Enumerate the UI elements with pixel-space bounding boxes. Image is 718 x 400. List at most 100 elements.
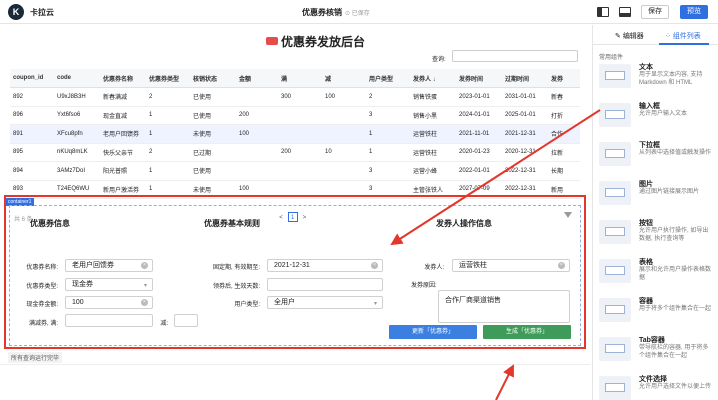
- table-cell: 2023-01-01: [456, 87, 502, 107]
- table-row[interactable]: 891 XFcu8pfn 老用户回馈券 1 未使用 100 1 运营铁柱 2021-11-01 2…: [10, 124, 580, 144]
- table-cell: XFcu8pfn: [54, 124, 100, 144]
- clear-icon[interactable]: ×: [141, 299, 148, 306]
- save-state-text: 已保存: [351, 11, 370, 17]
- canvas-title-text: 优惠券发放后台: [281, 35, 366, 49]
- table-row[interactable]: 895 nKUq8mLK 快乐父亲节 2 已过期 200 10 1 运营铁柱 2020-01-23…: [10, 143, 580, 162]
- cash-amount-input[interactable]: 100 ×: [65, 296, 153, 309]
- column-header[interactable]: 满: [278, 69, 322, 88]
- column-header[interactable]: 发券: [548, 69, 580, 88]
- column-header[interactable]: code: [54, 69, 100, 88]
- column-header[interactable]: 优惠券类型: [146, 69, 190, 88]
- table-cell: 200: [236, 106, 278, 125]
- coupon-table: coupon_id code 优惠券名称 优惠券类型 核销状态 金额满减用户类型 发券人 ↓…: [10, 69, 580, 199]
- clear-icon[interactable]: ×: [371, 262, 378, 269]
- toggle-bottom-panel-icon[interactable]: [619, 7, 631, 17]
- column-header[interactable]: 用户类型: [366, 69, 410, 88]
- table-cell: 2022-01-01: [456, 161, 502, 181]
- button-component-icon: [599, 220, 631, 244]
- table-cell: 100: [322, 87, 366, 107]
- column-header[interactable]: 优惠券名称: [100, 69, 146, 88]
- table-cell: 2025-01-01: [502, 106, 548, 125]
- tab-components-label: 组件列表: [672, 33, 701, 40]
- table-cell: 已使用: [190, 106, 236, 125]
- table-cell: 2: [146, 143, 190, 162]
- table-cell: 3AMz7DoI: [54, 161, 100, 181]
- expire-date-value: 2021-12-31: [274, 262, 310, 269]
- issuer-input[interactable]: 运营铁柱 ×: [452, 259, 570, 272]
- component-desc: 用于显示文本内容, 支持 Markdown 和 HTML: [639, 72, 703, 86]
- table-row[interactable]: 896 Yxt6fso6 现金直减 1 已使用 200 3 销售小黑 2024-01-01 202…: [10, 106, 580, 125]
- save-button[interactable]: 保存: [641, 5, 669, 19]
- container-component-icon: [599, 298, 631, 322]
- tab-components[interactable]: ⁘ 组件列表: [665, 31, 701, 41]
- table-cell: 1: [146, 161, 190, 181]
- component-desc: 允许用户选择文件以便上传: [639, 384, 712, 390]
- component-desc: 允许用户执行操作, 如导出数据, 执行查询等: [639, 228, 709, 242]
- component-item[interactable]: 表格 展示和允许用户操作表格数据: [597, 256, 715, 294]
- component-item[interactable]: 文本 用于显示文本内容, 支持 Markdown 和 HTML: [597, 61, 715, 99]
- table-row[interactable]: 894 3AMz7DoI 阳光普照 1 已使用 3 运营小蜂 2022-01-01 2022-1…: [10, 161, 580, 181]
- component-item[interactable]: 图片 通过图片链接展示图片: [597, 178, 715, 216]
- generate-coupon-button[interactable]: 生成「优惠券」: [483, 325, 571, 339]
- panel-tabs: ✎ 编辑器 ⁘ 组件列表: [593, 25, 718, 45]
- component-item[interactable]: 输入框 允许用户输入文本: [597, 100, 715, 138]
- column-header[interactable]: 核销状态: [190, 69, 236, 88]
- ticket-icon: [266, 37, 278, 45]
- table-cell: [236, 161, 278, 181]
- minus-amount-input[interactable]: [174, 314, 198, 327]
- user-type-select[interactable]: 全用户 ▾: [267, 296, 383, 309]
- table-cell: Yxt6fso6: [54, 106, 100, 125]
- table-cell: 新春: [548, 87, 580, 107]
- expire-date-input[interactable]: 2021-12-31 ×: [267, 259, 383, 272]
- table-cell: 销售小黑: [410, 106, 456, 125]
- table-cell: [322, 161, 366, 181]
- coupon-type-select[interactable]: 现金券 ▾: [65, 278, 153, 291]
- tab-editor[interactable]: ✎ 编辑器: [615, 31, 644, 41]
- column-header[interactable]: coupon_id: [10, 69, 54, 88]
- search-input[interactable]: [452, 50, 578, 62]
- icon-shape: [605, 305, 625, 314]
- table-cell: 10: [322, 143, 366, 162]
- clear-icon[interactable]: ×: [141, 262, 148, 269]
- column-header[interactable]: 发券人 ↓: [410, 69, 456, 88]
- table-cell: [236, 87, 278, 107]
- column-header[interactable]: 发券时间: [456, 69, 502, 88]
- component-item[interactable]: 文件选择 允许用户选择文件以便上传: [597, 373, 715, 400]
- reason-label: 发券原因:: [411, 283, 437, 289]
- preview-button[interactable]: 预览: [680, 5, 708, 19]
- bottom-strip: [0, 364, 590, 375]
- column-header[interactable]: 过期时间: [502, 69, 548, 88]
- component-item[interactable]: Tab容器 带导航栏的容器, 用于将多个组件集合在一起: [597, 334, 715, 372]
- table-cell: 2021-11-01: [456, 124, 502, 144]
- cash-amount-value: 100: [72, 299, 84, 306]
- table-component-icon: [599, 259, 631, 283]
- icon-shape: [605, 110, 625, 119]
- clear-icon[interactable]: ×: [558, 262, 565, 269]
- component-item[interactable]: 容器 用于将多个组件集合在一起: [597, 295, 715, 333]
- table-row[interactable]: 892 U9xJ8B3H 新春满减 2 已使用 300 100 2 销售铁蛋 2023-01-01…: [10, 87, 580, 107]
- component-item[interactable]: 按钮 允许用户执行操作, 如导出数据, 执行查询等: [597, 217, 715, 255]
- expire-date-label: 固定期, 有效期至:: [212, 265, 260, 271]
- table-cell: 2024-01-01: [456, 106, 502, 125]
- table-cell: 合作: [548, 124, 580, 144]
- chevron-down-icon: ▾: [143, 283, 147, 289]
- table-cell: 100: [236, 124, 278, 144]
- component-panel: ✎ 编辑器 ⁘ 组件列表 常用组件 文本 用于显示文本内容, 支持 Markdow…: [592, 25, 718, 400]
- canvas-title: 优惠券发放后台: [266, 33, 365, 50]
- full-reduction-label: 满减券, 满:: [28, 321, 58, 327]
- user-type-label: 用户类型:: [234, 302, 260, 308]
- table-cell: 3: [366, 106, 410, 125]
- column-header[interactable]: 金额: [236, 69, 278, 88]
- text-component-icon: [599, 64, 631, 88]
- coupon-name-input[interactable]: 老用户回馈券 ×: [65, 259, 153, 272]
- component-item[interactable]: 下拉框 从列表中选择值或触发操作: [597, 139, 715, 177]
- coupon-type-value: 现金券: [72, 281, 93, 288]
- table-cell: 运营铁柱: [410, 124, 456, 144]
- update-coupon-button[interactable]: 更新「优惠券」: [389, 325, 477, 339]
- toggle-left-panel-icon[interactable]: [597, 7, 609, 17]
- file-picker-component-icon: [599, 376, 631, 400]
- page-title: 优惠券核销: [302, 8, 342, 17]
- reason-textarea[interactable]: 合作厂商渠道销售: [438, 290, 570, 323]
- effective-days-input[interactable]: [267, 278, 383, 291]
- column-header[interactable]: 减: [322, 69, 366, 88]
